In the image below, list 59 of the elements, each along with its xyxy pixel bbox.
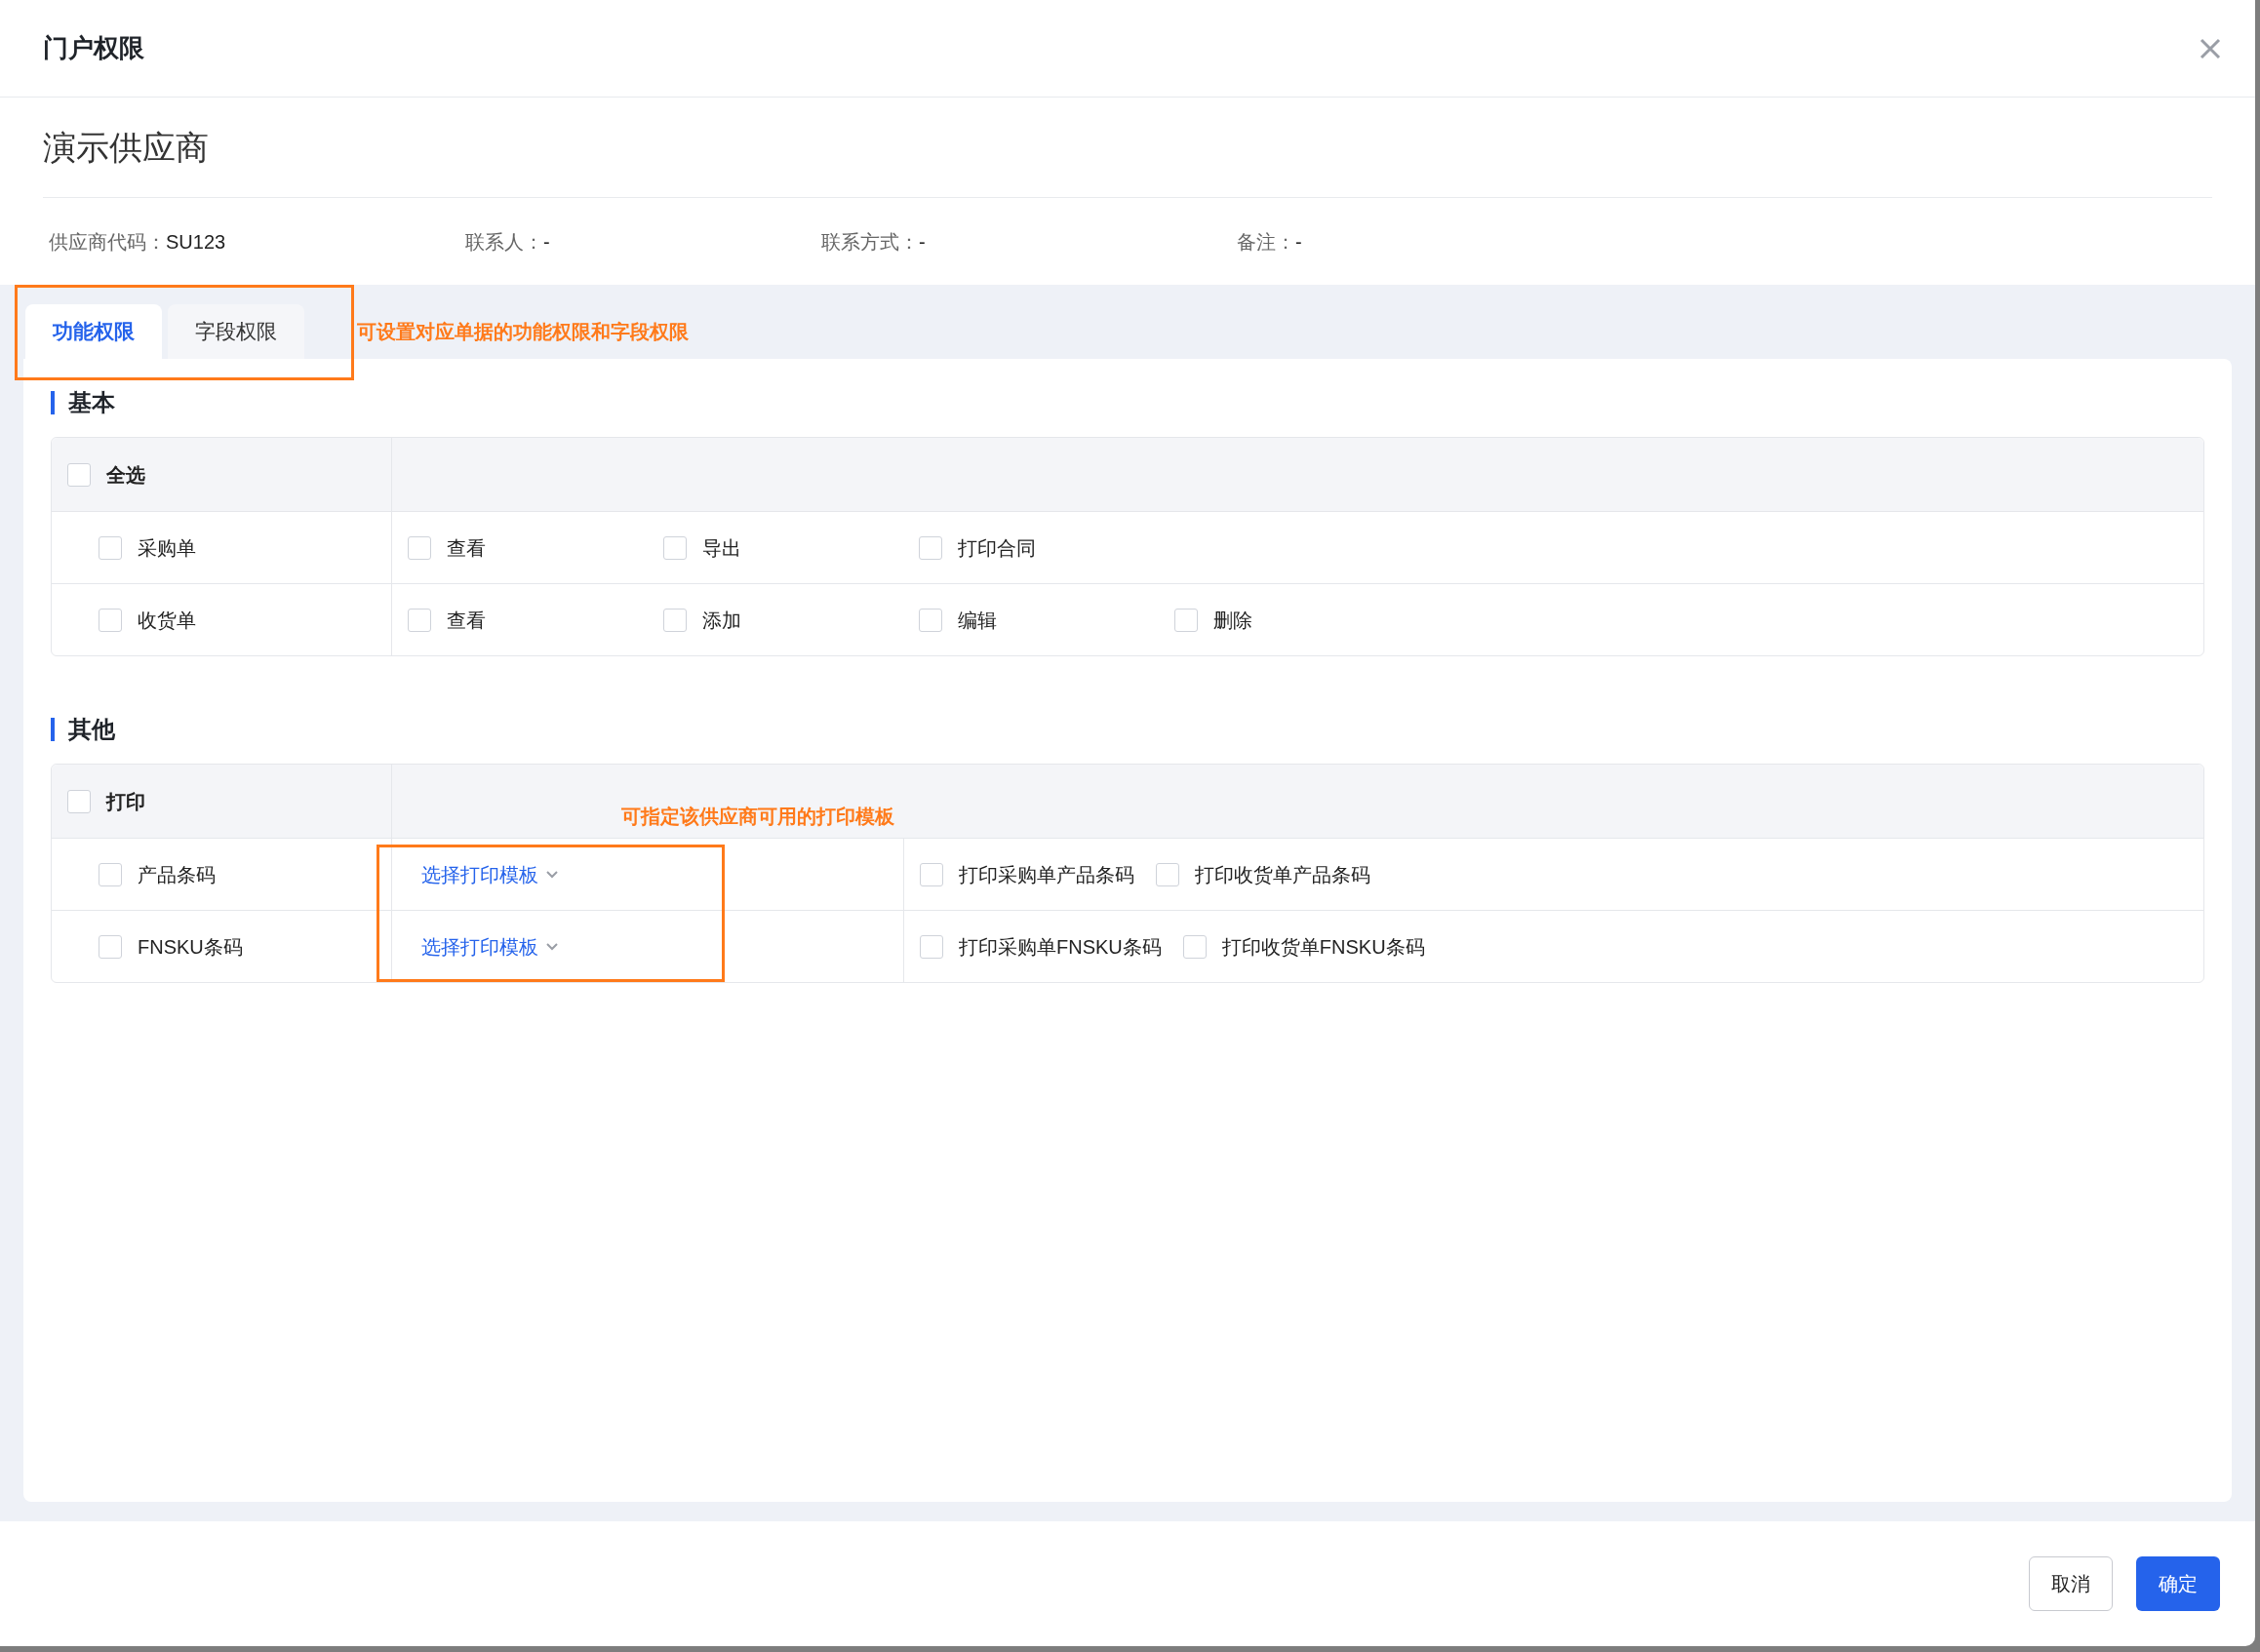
checkbox-label: 全选 [106, 462, 145, 488]
checkbox[interactable] [663, 608, 687, 632]
checkbox-label: 产品条码 [138, 862, 216, 887]
tab[interactable]: 字段权限 [168, 304, 304, 359]
checkbox[interactable] [919, 608, 942, 632]
tab[interactable]: 功能权限 [25, 304, 162, 359]
chevron-down-icon [546, 942, 558, 951]
checkbox-label: 查看 [447, 535, 486, 561]
close-icon[interactable] [2199, 36, 2222, 60]
supplier-name: 演示供应商 [43, 127, 209, 168]
confirm-button[interactable]: 确定 [2136, 1556, 2220, 1611]
section-bar [51, 391, 55, 414]
field-label: 联系方式： [821, 229, 919, 255]
checkbox[interactable] [67, 462, 91, 487]
checkbox[interactable] [408, 608, 431, 632]
field-value: SU123 [166, 229, 226, 255]
checkbox-label: 查看 [447, 608, 486, 633]
checkbox[interactable] [920, 862, 943, 886]
checkbox-label: 导出 [702, 535, 741, 561]
field-value: - [1295, 229, 1302, 255]
section-bar [51, 718, 55, 741]
checkbox-label: 打印收货单FNSKU条码 [1221, 934, 1425, 960]
checkbox-label: 打印收货单产品条码 [1195, 862, 1370, 887]
template-dropdown[interactable]: 选择打印模板 [421, 931, 558, 962]
checkbox[interactable] [99, 862, 122, 886]
dialog-title: 门户权限 [43, 32, 144, 64]
field-label: 供应商代码： [49, 229, 166, 255]
checkbox-label: 打印合同 [958, 535, 1036, 561]
chevron-down-icon [546, 870, 558, 879]
checkbox[interactable] [1174, 608, 1198, 632]
section-title: 其他 [68, 715, 115, 744]
checkbox-label: FNSKU条码 [138, 934, 243, 960]
checkbox[interactable] [919, 535, 942, 560]
checkbox[interactable] [1182, 934, 1207, 959]
checkbox[interactable] [67, 789, 91, 813]
field-value: - [919, 229, 926, 255]
cancel-button[interactable]: 取消 [2029, 1556, 2113, 1611]
template-dropdown[interactable]: 选择打印模板 [421, 859, 558, 889]
checkbox-label: 打印 [106, 789, 145, 814]
checkbox-label: 采购单 [138, 535, 196, 561]
field-label: 联系人： [465, 229, 543, 255]
checkbox-label: 收货单 [138, 608, 196, 633]
checkbox-label: 打印采购单FNSKU条码 [959, 934, 1162, 960]
checkbox-label: 打印采购单产品条码 [959, 862, 1134, 887]
checkbox[interactable] [99, 535, 122, 560]
checkbox[interactable] [663, 535, 687, 560]
checkbox[interactable] [1156, 862, 1179, 886]
checkbox[interactable] [99, 934, 122, 959]
annotation-text: 可指定该供应商可用的打印模板 [621, 805, 894, 829]
checkbox-label: 添加 [702, 608, 741, 633]
section-title: 基本 [68, 388, 115, 417]
checkbox[interactable] [920, 934, 943, 959]
checkbox-label: 编辑 [958, 608, 997, 633]
field-value: - [543, 229, 550, 255]
checkbox[interactable] [99, 608, 122, 632]
annotation-text: 可设置对应单据的功能权限和字段权限 [357, 320, 689, 344]
field-label: 备注： [1237, 229, 1295, 255]
checkbox[interactable] [408, 535, 431, 560]
checkbox-label: 删除 [1213, 608, 1252, 633]
